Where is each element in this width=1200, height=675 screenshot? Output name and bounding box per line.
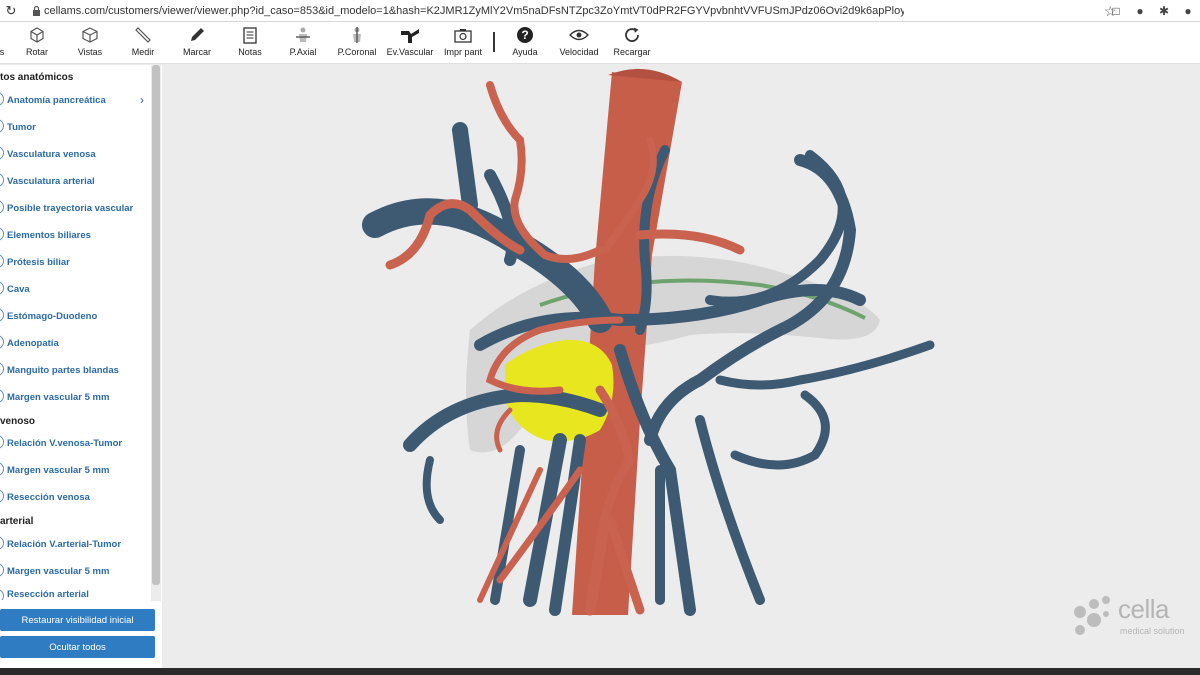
cella-logo-subtitle: medical solution: [1120, 626, 1185, 636]
refresh-icon: [623, 24, 641, 46]
reload-icon[interactable]: ↻: [0, 0, 22, 22]
lock-icon[interactable]: [28, 0, 44, 22]
tool-vascular[interactable]: Ev.Vascular: [380, 24, 440, 57]
layer-posible-trayectoria[interactable]: Posible trayectoria vascular: [0, 199, 150, 217]
tool-screenshot[interactable]: Impr pant: [433, 24, 493, 57]
toggle-circle-icon[interactable]: [0, 462, 4, 476]
scrollbar-thumb[interactable]: [152, 65, 160, 585]
layer-margen-vascular-3[interactable]: Margen vascular 5 mm: [0, 562, 150, 580]
layer-anatomia-pancreatica[interactable]: Anatomía pancreática ›: [0, 91, 150, 109]
page-icon[interactable]: □: [1104, 4, 1128, 18]
toggle-circle-icon[interactable]: [0, 173, 4, 187]
layer-elementos-biliares[interactable]: Elementos biliares: [0, 226, 150, 244]
tool-reload[interactable]: Recargar: [602, 24, 662, 57]
toggle-circle-icon[interactable]: [0, 254, 4, 268]
puzzle-icon[interactable]: ✱: [1152, 4, 1176, 18]
toggle-circle-icon[interactable]: [0, 435, 4, 449]
cube-icon: [29, 24, 45, 46]
toggle-circle-icon[interactable]: [0, 489, 4, 503]
layer-cava[interactable]: Cava: [0, 280, 150, 298]
browser-address-bar: ↻ cellams.com/customers/viewer/viewer.ph…: [0, 0, 1200, 22]
chevron-right-icon[interactable]: ›: [140, 93, 144, 107]
tool-views[interactable]: Vistas: [60, 24, 120, 57]
speed-eye-icon: [569, 24, 589, 46]
toggle-circle-icon[interactable]: [0, 200, 4, 214]
toggle-circle-icon[interactable]: [0, 281, 4, 295]
vascular-3d-model[interactable]: [162, 65, 1200, 668]
cella-logo-text: cella: [1118, 594, 1169, 624]
url-field[interactable]: cellams.com/customers/viewer/viewer.php?…: [44, 5, 904, 17]
toggle-circle-icon[interactable]: [0, 227, 4, 241]
layer-estomago-duodeno[interactable]: Estómago-Duodeno: [0, 307, 150, 325]
tool-measure[interactable]: Medir: [113, 24, 173, 57]
toggle-circle-icon[interactable]: [0, 563, 4, 577]
tool-help[interactable]: ? Ayuda: [495, 24, 555, 57]
camera-icon: [454, 24, 472, 46]
section-arterial: arterial: [0, 516, 34, 527]
coronal-plane-icon: [348, 24, 366, 46]
viewer-toolbar: s Rotar Vistas Medir Marcar Notas P.Axia…: [0, 22, 1200, 64]
tool-coronal[interactable]: P.Coronal: [327, 24, 387, 57]
layer-vasculatura-arterial[interactable]: Vasculatura arterial: [0, 172, 150, 190]
tool-axial[interactable]: P.Axial: [273, 24, 333, 57]
os-taskbar: [0, 668, 1200, 675]
3d-viewer-canvas[interactable]: [162, 65, 1200, 668]
layer-reseccion-venosa[interactable]: Resección venosa: [0, 488, 150, 506]
layers-sidebar: tos anatómicos Anatomía pancreática › Tum…: [0, 65, 162, 675]
extension-icon[interactable]: ●: [1128, 4, 1152, 18]
vascular-icon: [399, 24, 421, 46]
layer-margen-vascular-2[interactable]: Margen vascular 5 mm: [0, 461, 150, 479]
toggle-circle-icon[interactable]: [0, 536, 4, 550]
toggle-circle-icon[interactable]: [0, 389, 4, 403]
toggle-circle-icon[interactable]: [0, 119, 4, 133]
cella-logo-icon: [1074, 596, 1110, 635]
layer-margen-vascular-1[interactable]: Margen vascular 5 mm: [0, 388, 150, 406]
toggle-circle-icon[interactable]: [0, 308, 4, 322]
layer-reseccion-arterial[interactable]: Resección arterial: [0, 588, 150, 600]
notes-icon: [242, 24, 258, 46]
tool-mark[interactable]: Marcar: [167, 24, 227, 57]
svg-text:?: ?: [521, 28, 528, 42]
layer-relacion-venosa[interactable]: Relación V.venosa-Tumor: [0, 434, 150, 452]
section-venous: venoso: [0, 416, 36, 427]
sidebar-scrollbar[interactable]: [151, 65, 161, 601]
toggle-circle-icon[interactable]: [0, 362, 4, 376]
tool-speed[interactable]: Velocidad: [549, 24, 609, 57]
toggle-circle-icon[interactable]: [0, 146, 4, 160]
layer-protesis-biliar[interactable]: Prótesis biliar: [0, 253, 150, 271]
toggle-circle-icon[interactable]: [0, 92, 4, 106]
tool-notes[interactable]: Notas: [220, 24, 280, 57]
profile-icon[interactable]: ●: [1176, 4, 1200, 18]
axial-plane-icon: [294, 24, 312, 46]
help-icon: ?: [516, 24, 534, 46]
ruler-icon: [134, 24, 152, 46]
section-anatomic-elements: tos anatómicos: [0, 72, 74, 83]
views-cube-icon: [81, 24, 99, 46]
layer-tumor[interactable]: Tumor: [0, 118, 150, 136]
layer-manguito[interactable]: Manguito partes blandas: [0, 361, 150, 379]
layer-vasculatura-venosa[interactable]: Vasculatura venosa: [0, 145, 150, 163]
layer-adenopatia[interactable]: Adenopatía: [0, 334, 150, 352]
toggle-circle-icon[interactable]: [0, 335, 4, 349]
pencil-icon: [188, 24, 206, 46]
restore-visibility-button[interactable]: Restaurar visibilidad inicial: [0, 609, 155, 631]
layer-relacion-arterial[interactable]: Relación V.arterial-Tumor: [0, 535, 150, 553]
hide-all-button[interactable]: Ocultar todos: [0, 636, 155, 658]
toggle-circle-icon[interactable]: [0, 589, 4, 600]
tool-rotate[interactable]: Rotar: [7, 24, 67, 57]
